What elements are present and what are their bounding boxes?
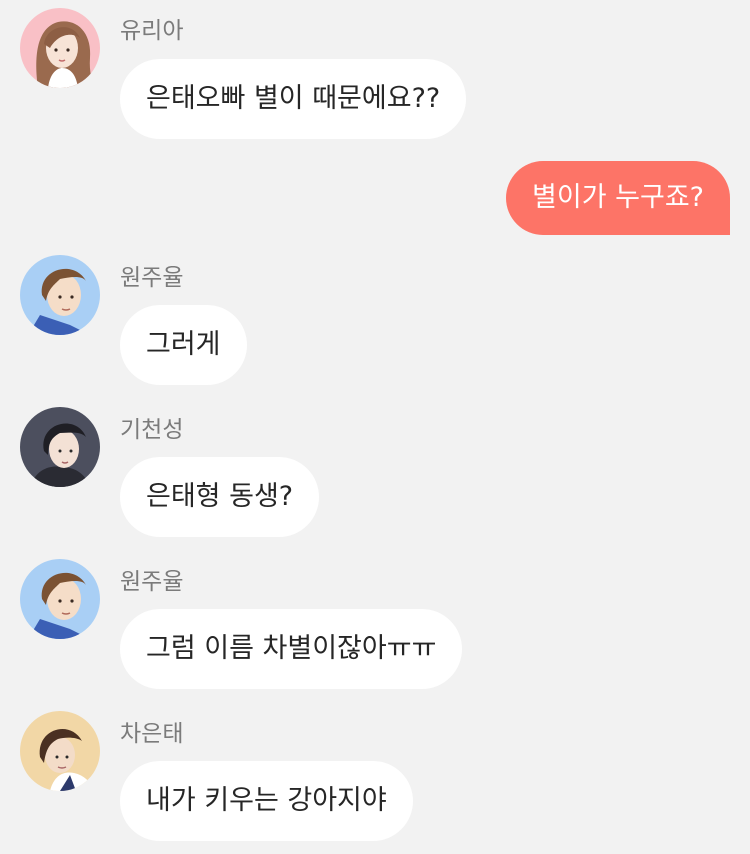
yuria-avatar-image bbox=[20, 8, 100, 88]
message-bubble[interactable]: 내가 키우는 강아지야 bbox=[120, 761, 413, 841]
message-bubble[interactable]: 은태형 동생? bbox=[120, 457, 320, 537]
my-message-bubble[interactable]: 별이가 누구죠? bbox=[506, 161, 730, 235]
sender-name: 원주율 bbox=[120, 569, 184, 595]
wonjuyul-avatar-image bbox=[20, 255, 100, 335]
sender-name: 기천성 bbox=[120, 417, 184, 443]
message-bubble[interactable]: 그러게 bbox=[120, 305, 247, 385]
avatar[interactable] bbox=[20, 8, 100, 88]
avatar[interactable] bbox=[20, 559, 100, 639]
wonjuyul-avatar-image bbox=[20, 559, 100, 639]
message-bubble[interactable]: 그럼 이름 차별이잖아ㅠㅠ bbox=[120, 609, 463, 689]
avatar[interactable] bbox=[20, 711, 100, 791]
avatar[interactable] bbox=[20, 407, 100, 487]
sender-name: 원주율 bbox=[120, 265, 184, 291]
avatar[interactable] bbox=[20, 255, 100, 335]
gicheonseong-avatar-image bbox=[20, 407, 100, 487]
sender-name: 유리아 bbox=[120, 18, 184, 44]
chaeuntae-avatar-image bbox=[20, 711, 100, 791]
message-bubble[interactable]: 은태오빠 별이 때문에요?? bbox=[120, 59, 467, 139]
sender-name: 차은태 bbox=[120, 721, 184, 747]
